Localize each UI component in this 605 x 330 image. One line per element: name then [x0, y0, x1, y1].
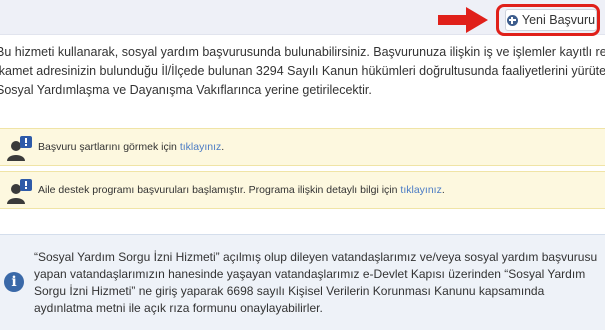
new-application-label: Yeni Başvuru	[521, 13, 596, 27]
info-line: Sorgu İzni Hizmeti” ne giriş yaparak 669…	[34, 284, 545, 298]
intro-line: Bu hizmeti kullanarak, sosyal yardım baş…	[0, 45, 605, 59]
info-icon: i	[4, 272, 24, 292]
info-line: yapan vatandaşlarımızın hanesinde yaşaya…	[34, 267, 586, 281]
family-support-link[interactable]: tıklayınız	[400, 184, 441, 196]
notice-text: Başvuru şartlarını görmek için	[38, 141, 180, 153]
notice-suffix: .	[441, 184, 445, 196]
notice-requirements: Başvuru şartlarını görmek için tıklayını…	[0, 128, 605, 166]
notice-suffix: .	[221, 141, 225, 153]
intro-line: Sosyal Yardımlaşma ve Dayanışma Vakıflar…	[0, 83, 372, 97]
info-line: “Sosyal Yardım Sorgu İzni Hizmeti” açılm…	[34, 250, 598, 264]
red-arrow-annotation	[438, 7, 488, 33]
info-panel: i “Sosyal Yardım Sorgu İzni Hizmeti” açı…	[0, 234, 605, 330]
info-text: “Sosyal Yardım Sorgu İzni Hizmeti” açılm…	[34, 249, 604, 317]
person-alert-icon	[7, 136, 32, 161]
person-alert-icon	[7, 179, 32, 204]
intro-line: ikamet adresinizin bulunduğu İl/İlçede b…	[0, 64, 605, 78]
notice-family-support: Aile destek programı başvuruları başlamı…	[0, 171, 605, 209]
requirements-link[interactable]: tıklayınız	[180, 141, 221, 153]
intro-paragraph: Bu hizmeti kullanarak, sosyal yardım baş…	[0, 43, 605, 100]
plus-circle-icon	[506, 14, 518, 26]
new-application-button[interactable]: Yeni Başvuru	[505, 9, 597, 31]
notice-text: Aile destek programı başvuruları başlamı…	[38, 184, 401, 196]
info-line: aydınlatma metni ile açık rıza formunu o…	[34, 301, 323, 315]
